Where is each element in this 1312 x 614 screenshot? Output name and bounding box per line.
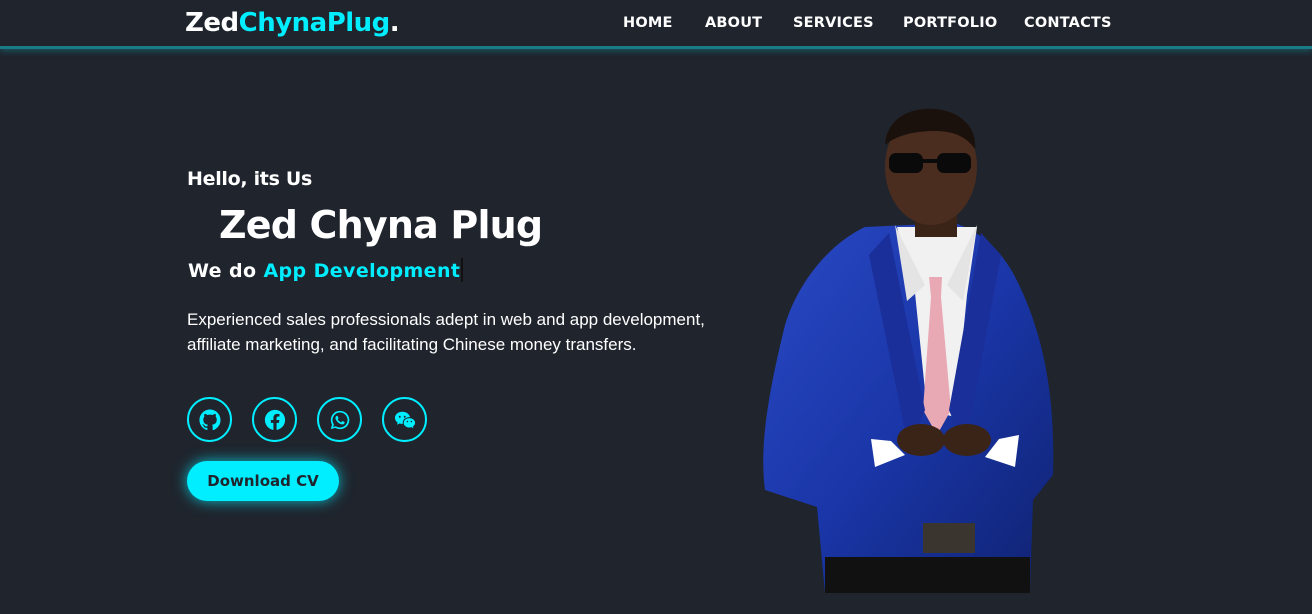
main-nav: HOME ABOUT SERVICES PORTFOLIO CONTACTS <box>0 15 1312 35</box>
github-link[interactable] <box>187 397 232 442</box>
download-cv-button[interactable]: Download CV <box>187 461 339 501</box>
nav-services[interactable]: SERVICES <box>793 15 874 31</box>
nav-home[interactable]: HOME <box>623 15 673 31</box>
tagline-typed: App Development <box>263 260 461 282</box>
facebook-icon <box>264 409 285 430</box>
facebook-link[interactable] <box>252 397 297 442</box>
tagline: We do App Development <box>188 258 464 282</box>
hero-description: Experienced sales professionals adept in… <box>187 310 705 354</box>
wechat-link[interactable] <box>382 397 427 442</box>
nav-about[interactable]: ABOUT <box>705 15 762 31</box>
wechat-icon <box>394 411 415 428</box>
github-icon <box>198 408 221 430</box>
site-header: ZedChynaPlug. HOME ABOUT SERVICES PORTFO… <box>0 0 1312 49</box>
whatsapp-link[interactable] <box>317 397 362 442</box>
nav-portfolio[interactable]: PORTFOLIO <box>903 15 997 31</box>
whatsapp-icon <box>330 410 349 429</box>
typing-caret <box>461 258 464 282</box>
nav-contacts[interactable]: CONTACTS <box>1024 15 1112 31</box>
hero-image <box>763 108 1054 593</box>
greeting: Hello, its Us <box>187 168 313 190</box>
hero-name: Zed Chyna Plug <box>219 203 543 247</box>
tagline-prefix: We do <box>188 260 257 282</box>
